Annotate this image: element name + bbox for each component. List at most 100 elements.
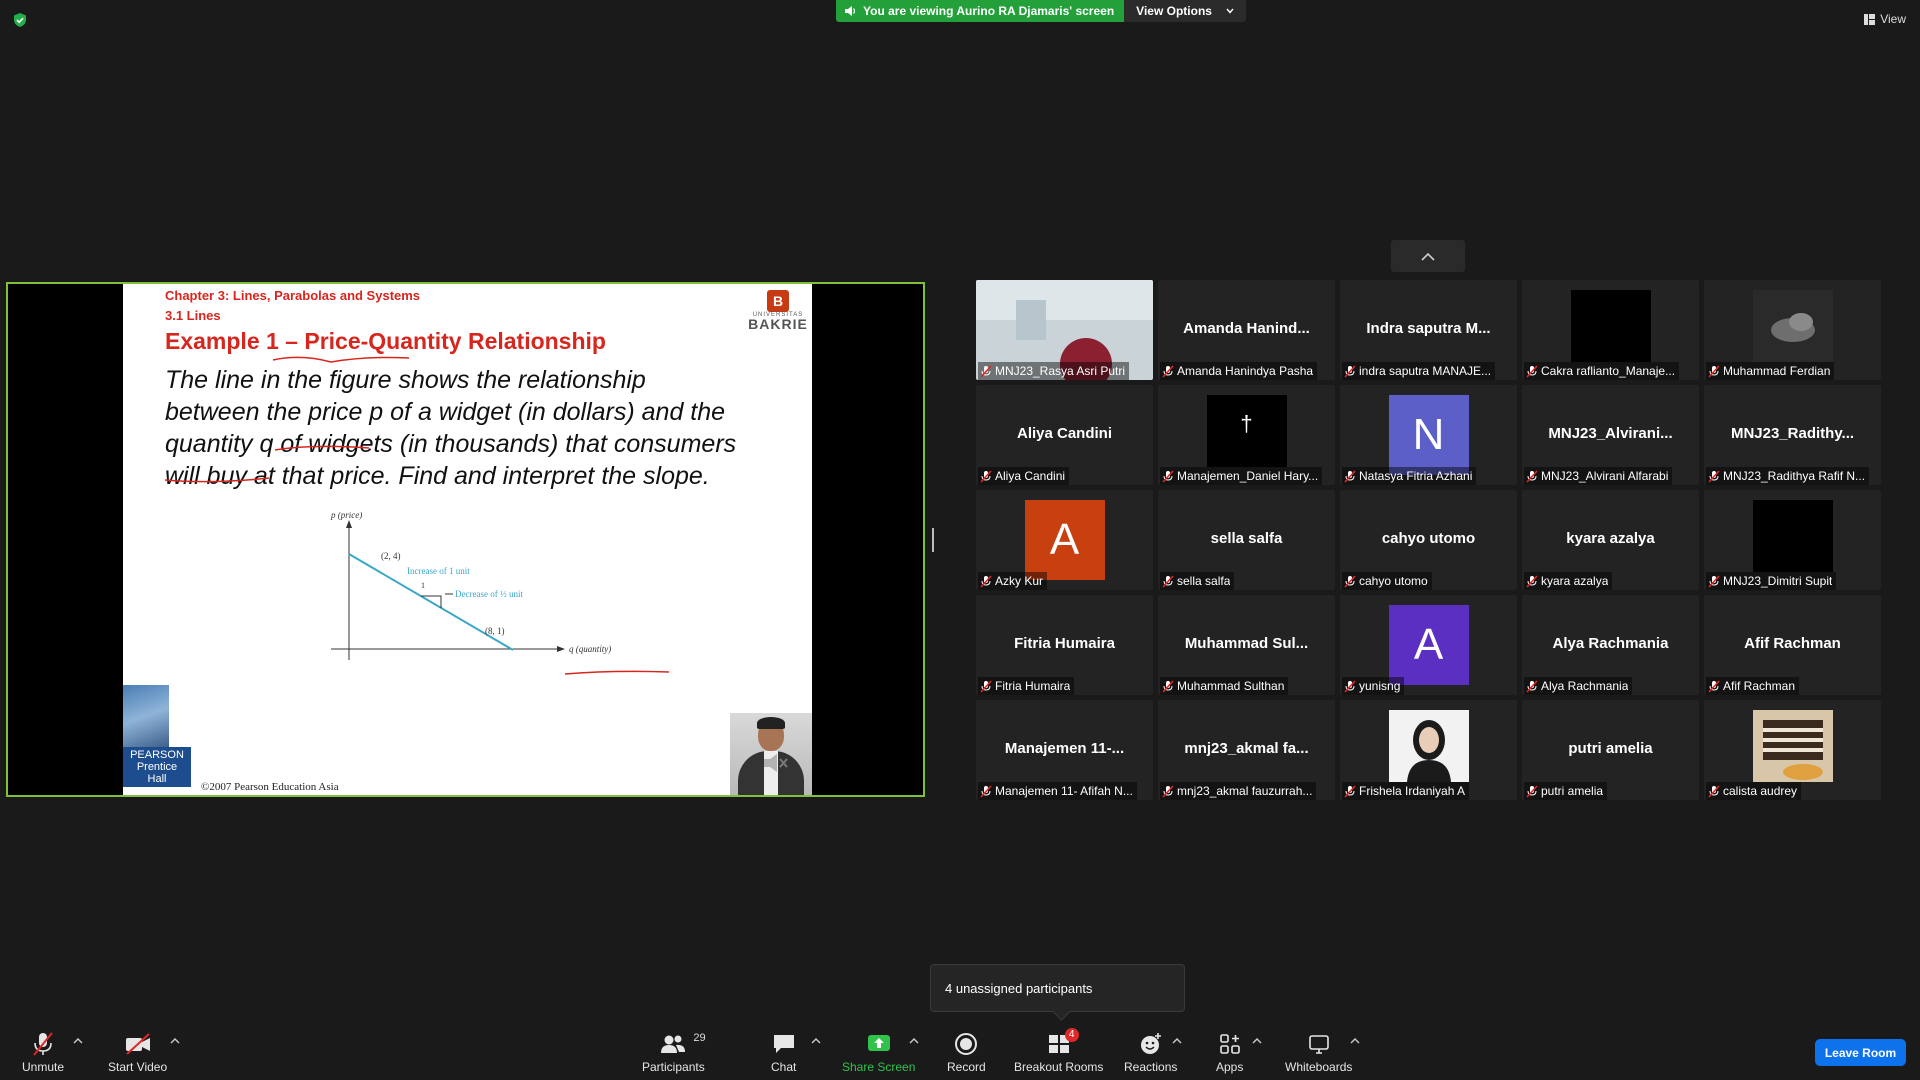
share-options-caret-icon[interactable]: [909, 1037, 919, 1045]
participant-tile[interactable]: Ayunisng: [1340, 595, 1517, 695]
unmute-label: Unmute: [22, 1060, 65, 1074]
participant-tile[interactable]: mnj23_akmal fa... mnj23_akmal fauzurrah..…: [1158, 700, 1335, 800]
participant-tile[interactable]: Cakra raflianto_Manaje...: [1522, 280, 1699, 380]
reactions-button[interactable]: Reactions: [1124, 1030, 1177, 1074]
muted-microphone-icon: [1708, 469, 1720, 483]
participant-tile[interactable]: MNJ23_Dimitri Supit: [1704, 490, 1881, 590]
participant-display-name: Aliya Candini: [1016, 425, 1113, 442]
participant-tile[interactable]: Afif Rachman Afif Rachman: [1704, 595, 1881, 695]
participant-tile[interactable]: MNJ23_Rasya Asri Putri: [976, 280, 1153, 380]
chat-options-caret-icon[interactable]: [811, 1037, 821, 1045]
muted-speaker-icon: [764, 754, 788, 772]
participant-display-name: sella salfa: [1210, 530, 1283, 547]
increase-label: Increase of 1 unit: [407, 566, 470, 576]
muted-microphone-icon: [980, 784, 992, 798]
muted-microphone-icon: [980, 469, 992, 483]
muted-microphone-icon: [1162, 784, 1174, 798]
participant-display-name: cahyo utomo: [1381, 530, 1476, 547]
participant-name-bar: sella salfa: [1160, 572, 1235, 590]
chapter-heading: Chapter 3: Lines, Parabolas and Systems: [165, 288, 421, 303]
unmute-button[interactable]: Unmute: [22, 1030, 64, 1074]
participant-name: Muhammad Sulthan: [1177, 679, 1285, 693]
participant-tile[interactable]: putri amelia putri amelia: [1522, 700, 1699, 800]
participant-tile[interactable]: kyara azalya kyara azalya: [1522, 490, 1699, 590]
muted-microphone-icon: [1708, 679, 1720, 693]
participant-tile[interactable]: Indra saputra M... indra saputra MANAJE..…: [1340, 280, 1517, 380]
participant-tile[interactable]: Fitria Humaira Fitria Humaira: [976, 595, 1153, 695]
start-video-button[interactable]: Start Video: [108, 1030, 167, 1074]
participants-button[interactable]: 29 Participants: [642, 1030, 706, 1074]
point-label-2: (8, 1): [485, 626, 505, 636]
participant-name-bar: Manajemen_Daniel Hary...: [1160, 467, 1323, 485]
participant-name-bar: Muhammad Sulthan: [1160, 677, 1289, 695]
participant-name-bar: MNJ23_Rasya Asri Putri: [978, 362, 1130, 380]
reactions-options-caret-icon[interactable]: [1172, 1037, 1182, 1045]
audio-options-caret-icon[interactable]: [73, 1037, 83, 1045]
logo-badge-icon: B: [767, 290, 789, 312]
participant-tile[interactable]: calista audrey: [1704, 700, 1881, 800]
pearson-logo: PEARSON Prentice Hall: [123, 685, 191, 795]
participant-display-name: Afif Rachman: [1744, 635, 1841, 652]
participant-name: Natasya Fitria Azhani: [1359, 469, 1473, 483]
record-button[interactable]: Record: [947, 1030, 986, 1074]
breakout-rooms-button[interactable]: 4 Breakout Rooms: [1014, 1028, 1103, 1074]
participant-name-bar: Aliya Candini: [978, 467, 1070, 485]
presentation-slide: Chapter 3: Lines, Parabolas and Systems …: [123, 284, 812, 795]
muted-microphone-icon: [980, 574, 992, 588]
participant-name-bar: Alya Rachmania: [1524, 677, 1633, 695]
grid-view-icon: [1864, 13, 1876, 25]
participant-tile[interactable]: cahyo utomo cahyo utomo: [1340, 490, 1517, 590]
shared-screen[interactable]: Chapter 3: Lines, Parabolas and Systems …: [6, 282, 925, 797]
participant-tile[interactable]: Aliya Candini Aliya Candini: [976, 385, 1153, 485]
split-divider-handle[interactable]: [932, 528, 934, 552]
muted-microphone-icon: [1526, 469, 1538, 483]
point-label-1: (2, 4): [381, 551, 401, 561]
participant-tile[interactable]: A Azky Kur: [976, 490, 1153, 590]
apps-options-caret-icon[interactable]: [1252, 1037, 1262, 1045]
participant-tile[interactable]: † Manajemen_Daniel Hary...: [1158, 385, 1335, 485]
share-screen-label: Share Screen: [842, 1060, 916, 1074]
participant-name: kyara azalya: [1541, 574, 1609, 588]
participant-tile[interactable]: Muhammad Ferdian: [1704, 280, 1881, 380]
view-options-button[interactable]: View Options: [1124, 0, 1246, 22]
chat-button[interactable]: Chat: [771, 1030, 796, 1074]
muted-microphone-icon: [1162, 679, 1174, 693]
record-icon: [955, 1033, 978, 1055]
whiteboards-button[interactable]: Whiteboards: [1285, 1030, 1352, 1074]
participant-name-bar: mnj23_akmal fauzurrah...: [1160, 782, 1317, 800]
participant-tile[interactable]: Frishela Irdaniyah A: [1340, 700, 1517, 800]
increase-value: 1: [421, 581, 425, 590]
participant-display-name: MNJ23_Alvirani...: [1548, 425, 1673, 442]
gallery-page-up-button[interactable]: [1391, 240, 1465, 272]
reactions-smiley-icon: [1140, 1033, 1161, 1054]
participant-name: sella salfa: [1177, 574, 1231, 588]
security-shield-icon[interactable]: [12, 12, 28, 28]
apps-button[interactable]: Apps: [1216, 1030, 1243, 1074]
decrease-label: Decrease of ½ unit: [455, 589, 523, 599]
whiteboards-options-caret-icon[interactable]: [1350, 1037, 1360, 1045]
participant-tile[interactable]: Manajemen 11-... Manajemen 11- Afifah N..…: [976, 700, 1153, 800]
muted-microphone-icon: [1162, 574, 1174, 588]
participant-tile[interactable]: Muhammad Sul... Muhammad Sulthan: [1158, 595, 1335, 695]
participant-tile[interactable]: N Natasya Fitria Azhani: [1340, 385, 1517, 485]
participant-tile[interactable]: sella salfa sella salfa: [1158, 490, 1335, 590]
participant-gallery: MNJ23_Rasya Asri Putri Amanda Hanind... Am…: [976, 280, 1881, 800]
participant-name: indra saputra MANAJE...: [1359, 364, 1492, 378]
participant-tile[interactable]: Amanda Hanind... Amanda Hanindya Pasha: [1158, 280, 1335, 380]
share-screen-button[interactable]: Share Screen: [842, 1030, 915, 1074]
participant-avatar: A: [1388, 605, 1469, 685]
viewing-text: You are viewing Aurino RA Djamaris' scre…: [863, 4, 1115, 18]
video-options-caret-icon[interactable]: [170, 1037, 180, 1045]
participant-name: MNJ23_Alvirani Alfarabi: [1541, 469, 1669, 483]
participant-tile[interactable]: MNJ23_Radithy... MNJ23_Radithya Rafif N..…: [1704, 385, 1881, 485]
participant-avatar: A: [1024, 500, 1105, 580]
participant-tile[interactable]: MNJ23_Alvirani... MNJ23_Alvirani Alfarabi: [1522, 385, 1699, 485]
participant-name-bar: MNJ23_Dimitri Supit: [1706, 572, 1837, 590]
view-button[interactable]: View: [1864, 12, 1906, 26]
participant-tile[interactable]: Alya Rachmania Alya Rachmania: [1522, 595, 1699, 695]
meeting-toolbar: Unmute Start Video 29 Participants Chat …: [0, 1022, 1920, 1080]
participant-name: cahyo utomo: [1359, 574, 1428, 588]
participant-display-name: Indra saputra M...: [1366, 320, 1491, 337]
participant-video: [1752, 290, 1833, 362]
leave-room-button[interactable]: Leave Room: [1815, 1039, 1906, 1066]
